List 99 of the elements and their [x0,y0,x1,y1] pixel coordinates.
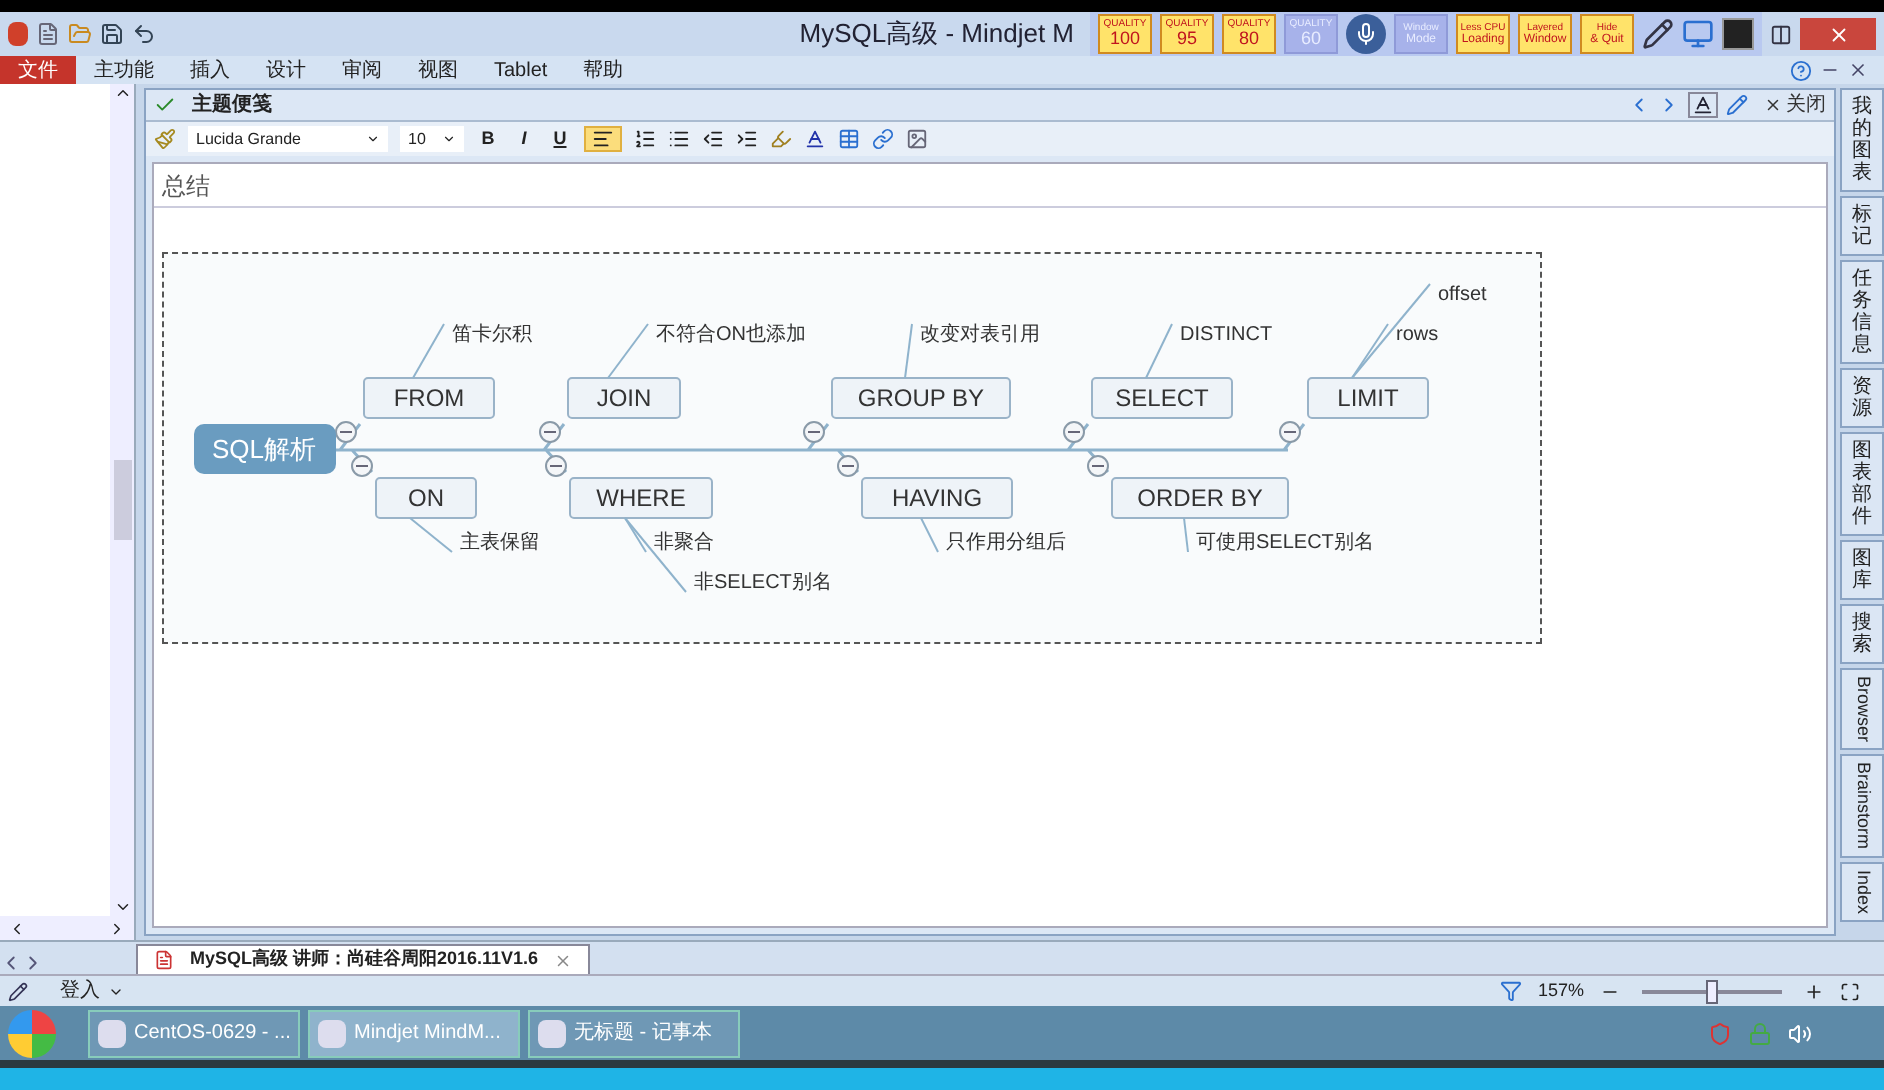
close-icon [1764,96,1782,114]
link-icon[interactable] [872,128,894,150]
topic-node[interactable]: FROM [363,377,495,419]
scroll-left-icon[interactable] [8,919,26,937]
side-tab[interactable]: 我的图表 [1840,88,1884,192]
topic-node[interactable]: JOIN [567,377,681,419]
ribbon-tab[interactable]: Tablet [476,56,566,84]
table-icon[interactable] [838,128,860,150]
side-tab[interactable]: Brainstorm [1840,754,1884,858]
check-icon[interactable] [154,94,176,116]
text-format-icon[interactable] [1688,92,1718,118]
format-button[interactable]: B [476,125,500,153]
leader-line [904,323,913,379]
format-button[interactable]: I [512,125,536,153]
note-text: 总结 [162,169,210,203]
topic-node[interactable]: ORDER BY [1111,477,1289,519]
file-tab[interactable]: 文件 [0,56,76,84]
app-logo-icon [8,22,28,46]
side-tab[interactable]: 图库 [1840,540,1884,600]
note-label: DISTINCT [1180,324,1273,346]
leader-line [1145,323,1173,379]
topic-node[interactable]: GROUP BY [831,377,1011,419]
filter-icon[interactable] [1499,980,1522,1002]
close-button[interactable]: 关闭 [1764,90,1826,120]
close-icon [554,951,573,969]
topic-node[interactable]: WHERE [569,477,713,519]
note-label: 笛卡尔积 [452,324,532,346]
note-label: 不符合ON也添加 [656,324,806,346]
side-tab[interactable]: 图表部件 [1840,432,1884,536]
ribbon-tab[interactable]: 审阅 [324,56,400,84]
note-label: 只作用分组后 [946,532,1066,554]
pen-icon[interactable] [8,981,28,1001]
topic-node[interactable]: LIMIT [1307,377,1429,419]
font-dropdown[interactable]: Lucida Grande [188,126,388,152]
note-label: 非SELECT别名 [694,572,832,594]
align-button[interactable] [584,126,622,152]
scrollbar-thumb[interactable] [113,460,131,540]
new-file-icon[interactable] [35,22,60,46]
fit-icon[interactable] [1840,981,1860,1001]
size-dropdown[interactable]: 10 [400,126,464,152]
brush-icon[interactable] [154,128,176,150]
start-button[interactable] [8,1009,56,1057]
note-label: 主表保留 [460,532,540,554]
document-tab[interactable]: MySQL高级 讲师：尚硅谷周阳2016.11V1.6 [136,944,591,974]
undo-icon[interactable] [131,22,156,46]
side-tab[interactable]: 资源 [1840,368,1884,428]
font-color-icon[interactable] [804,128,826,150]
align-left-icon [592,128,614,150]
ribbon-tab[interactable]: 设计 [248,56,324,84]
screen-icon[interactable] [1722,18,1754,50]
document-icon [154,950,174,970]
pencil-icon[interactable] [1726,94,1748,116]
microphone-icon[interactable] [1346,14,1386,54]
leader-line [412,323,445,379]
ribbon-tab[interactable]: 视图 [400,56,476,84]
image-icon[interactable] [906,128,928,150]
pencil-icon[interactable] [1642,18,1674,50]
zoom-slider[interactable] [1636,979,1788,1003]
zoom-level: 157% [1537,977,1584,1004]
outdent-icon[interactable] [702,128,724,150]
save-icon[interactable] [99,22,124,46]
close-icon[interactable] [1800,18,1876,50]
restore-icon[interactable] [1770,23,1792,45]
side-tab[interactable]: 任务信息 [1840,260,1884,364]
note-label: 可使用SELECT别名 [1196,532,1374,554]
bullet-list-icon[interactable] [668,128,690,150]
window-title: MySQL高级 - Mindjet M [799,16,1074,53]
topic-node[interactable]: ON [375,477,477,519]
ribbon-tab[interactable]: 帮助 [565,56,642,84]
leader-line [1183,517,1189,553]
scroll-right-icon[interactable] [108,919,126,937]
note-label: 改变对表引用 [920,324,1040,346]
scroll-down-icon[interactable] [113,898,131,916]
leader-line [607,323,649,379]
numbered-list-icon[interactable] [634,128,656,150]
zoom-in-icon[interactable] [1804,981,1824,1001]
ribbon-tab[interactable]: 主功能 [76,56,172,84]
topic-node[interactable]: SELECT [1091,377,1233,419]
side-tab[interactable]: 标记 [1840,196,1884,256]
close-icon[interactable] [1848,60,1868,80]
volume-icon[interactable] [1788,1021,1812,1045]
topic-node[interactable]: HAVING [861,477,1013,519]
side-tab[interactable]: Index [1840,861,1884,922]
note-label: 非聚合 [654,532,714,554]
highlighter-icon[interactable] [770,128,792,150]
panel-title: 主题便笺 [192,90,272,120]
side-tab[interactable]: Browser [1840,668,1884,751]
login-button[interactable]: 登入 [60,976,124,1006]
side-tab[interactable]: 搜索 [1840,604,1884,664]
slider-thumb[interactable] [1706,979,1718,1003]
format-button[interactable]: U [548,125,572,153]
indent-icon[interactable] [736,128,758,150]
scroll-up-icon[interactable] [113,84,131,102]
help-icon[interactable] [1790,59,1812,81]
leader-line [920,517,939,553]
note-label: rows [1396,324,1439,346]
leader-line [409,517,453,553]
note-label: offset [1438,284,1487,306]
ribbon-tab[interactable]: 插入 [172,56,248,84]
